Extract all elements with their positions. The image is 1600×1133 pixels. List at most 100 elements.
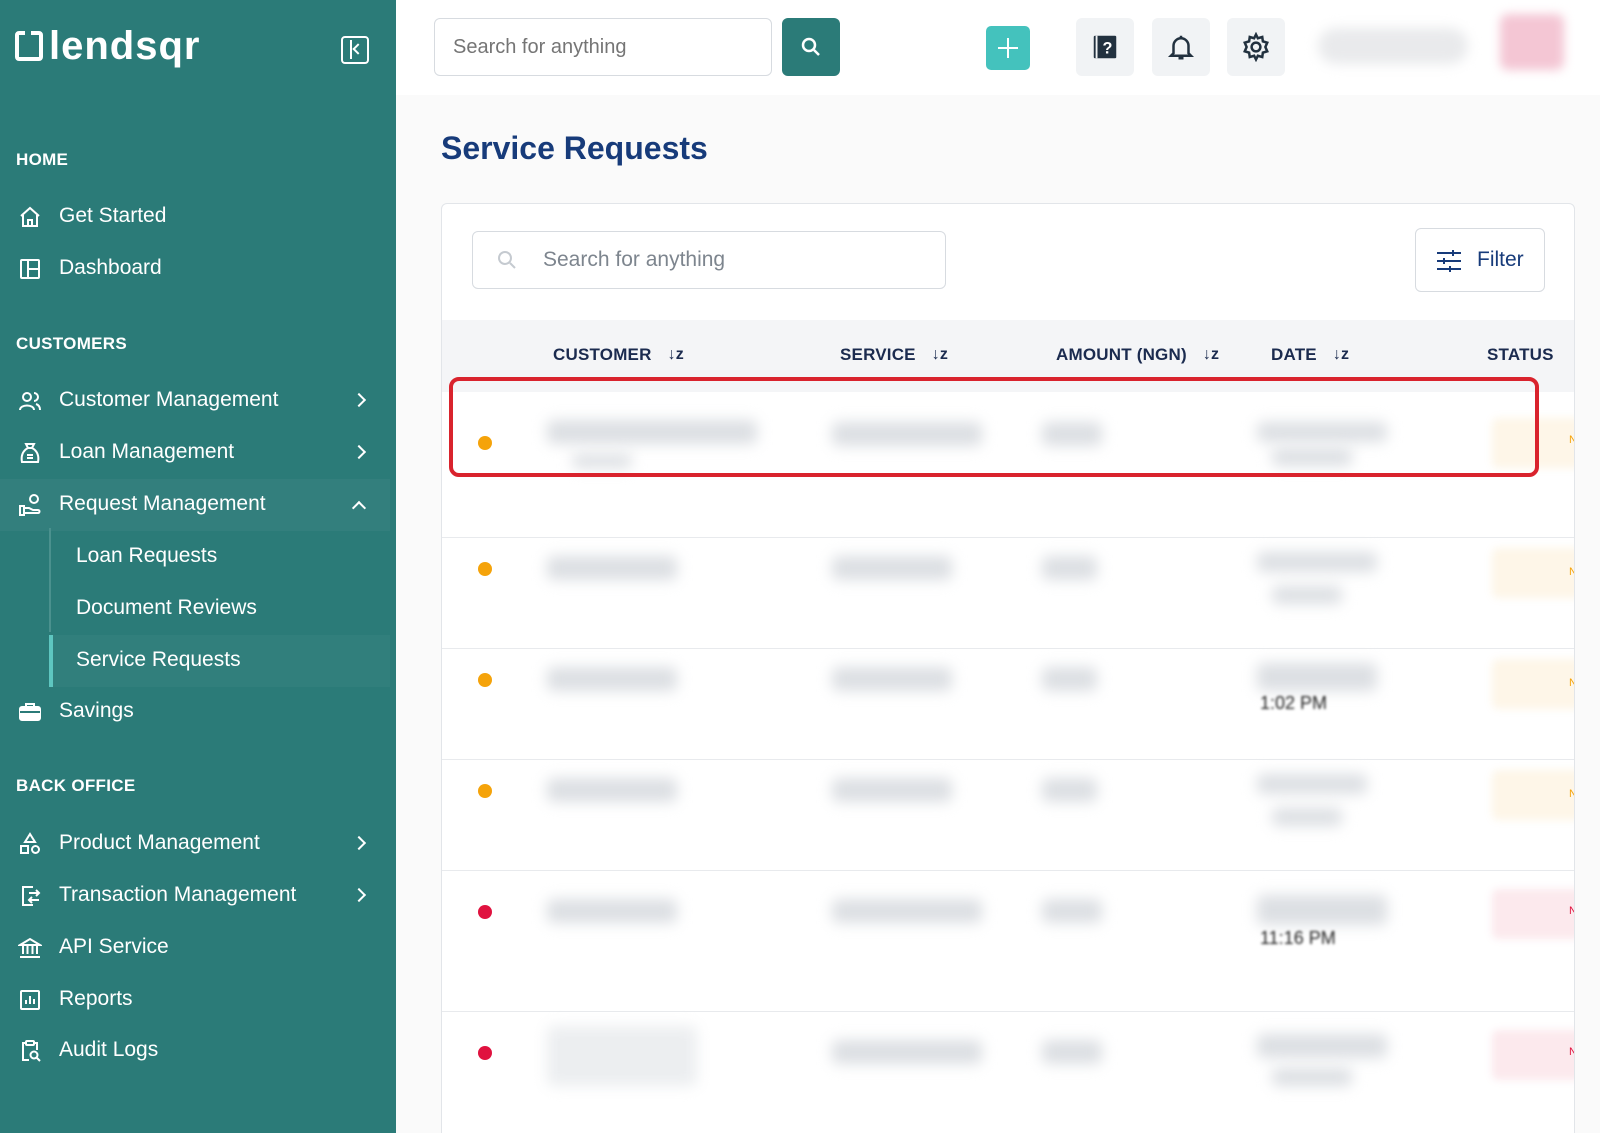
bank-icon xyxy=(18,937,42,958)
help-book-icon: ? xyxy=(1093,35,1117,59)
service-redacted xyxy=(832,667,952,691)
sidebar-item-product-management[interactable]: Product Management xyxy=(0,818,390,870)
chevron-right-icon xyxy=(351,392,367,408)
sidebar-subitem-label: Document Reviews xyxy=(76,596,257,619)
amount-redacted xyxy=(1042,778,1097,802)
brand-name: lendsqr xyxy=(49,24,201,68)
global-search-input[interactable] xyxy=(434,18,772,76)
sidebar-item-label: API Service xyxy=(59,935,169,958)
time-text: 11:16 PM xyxy=(1260,928,1336,948)
date-redacted xyxy=(1257,552,1377,572)
status-dot xyxy=(478,673,492,687)
sidebar-item-label: Loan Management xyxy=(59,440,235,463)
sidebar-item-label: Transaction Management xyxy=(59,883,297,906)
customer-name-redacted xyxy=(547,899,677,923)
sidebar-subitem-service-requests[interactable]: Service Requests xyxy=(49,635,390,687)
sidebar-subitem-loan-requests[interactable]: Loan Requests xyxy=(49,531,390,583)
table-search-placeholder: Search for anything xyxy=(543,248,726,271)
service-redacted xyxy=(832,899,982,923)
avatar[interactable] xyxy=(1500,14,1564,70)
sidebar-subitem-document-reviews[interactable]: Document Reviews xyxy=(49,583,390,635)
notifications-button[interactable] xyxy=(1152,18,1210,76)
amount-redacted xyxy=(1042,1040,1102,1064)
sort-icon[interactable]: ↓z xyxy=(1333,346,1349,364)
chevron-right-icon xyxy=(351,887,367,903)
sidebar-item-savings[interactable]: Savings xyxy=(0,686,390,738)
column-header-service[interactable]: SERVICE ↓z xyxy=(840,345,948,365)
date-redacted xyxy=(1257,774,1367,794)
date-redacted xyxy=(1257,895,1387,925)
status-dot xyxy=(478,784,492,798)
status-dot xyxy=(478,1046,492,1060)
sidebar-item-label: Savings xyxy=(59,699,134,722)
chevron-up-icon xyxy=(351,500,367,516)
table-row[interactable]: 1:02 PM N xyxy=(442,649,1574,760)
sidebar-item-label: Reports xyxy=(59,987,133,1010)
highlight-annotation-box xyxy=(449,377,1539,477)
sidebar: lendsqr HOME Get Started Dashboard CUSTO… xyxy=(0,0,396,1133)
sort-icon[interactable]: ↓z xyxy=(668,346,684,364)
svg-text:?: ? xyxy=(1103,39,1113,57)
sidebar-item-transaction-management[interactable]: Transaction Management xyxy=(0,870,390,922)
time-redacted xyxy=(1272,808,1342,826)
bell-icon xyxy=(1167,35,1195,60)
section-back-office: BACK OFFICE xyxy=(16,776,136,795)
column-header-status[interactable]: STATUS xyxy=(1487,345,1554,365)
briefcase-icon xyxy=(19,703,41,721)
sidebar-item-label: Product Management xyxy=(59,831,260,854)
lendsqr-logo[interactable]: lendsqr xyxy=(15,26,200,66)
status-badge-text: NE xyxy=(1569,1046,1574,1058)
filter-sliders-icon xyxy=(1437,250,1461,272)
settings-button[interactable] xyxy=(1227,18,1285,76)
global-search-button[interactable] xyxy=(782,18,840,76)
user-name-redacted[interactable] xyxy=(1318,28,1468,64)
table-row[interactable]: 11:16 PM NE xyxy=(442,871,1574,1012)
sidebar-item-reports[interactable]: Reports xyxy=(0,974,390,1026)
table-row[interactable]: N xyxy=(442,760,1574,871)
sort-icon[interactable]: ↓z xyxy=(1203,346,1219,364)
section-customers: CUSTOMERS xyxy=(16,334,128,353)
sidebar-item-customer-management[interactable]: Customer Management xyxy=(0,375,390,427)
status-badge-text: N xyxy=(1569,566,1574,578)
date-redacted xyxy=(1257,663,1377,691)
help-button[interactable]: ? xyxy=(1076,18,1134,76)
status-dot xyxy=(478,905,492,919)
table-row[interactable]: NE xyxy=(442,1012,1574,1133)
transactions-icon xyxy=(22,886,41,906)
time-redacted xyxy=(1272,1068,1352,1086)
status-badge-text: N xyxy=(1569,434,1574,446)
table-row[interactable]: N xyxy=(442,538,1574,649)
date-redacted xyxy=(1257,1034,1387,1058)
sidebar-item-api-service[interactable]: API Service xyxy=(0,922,390,974)
sidebar-item-loan-management[interactable]: Loan Management xyxy=(0,427,390,479)
section-home: HOME xyxy=(16,150,69,169)
clipboard-search-icon xyxy=(22,1040,41,1062)
column-header-customer[interactable]: CUSTOMER ↓z xyxy=(553,345,684,365)
sort-icon[interactable]: ↓z xyxy=(932,346,948,364)
time-text: 1:02 PM xyxy=(1260,693,1328,713)
status-badge-text: N xyxy=(1569,788,1574,800)
sidebar-item-audit-logs[interactable]: Audit Logs xyxy=(0,1025,390,1077)
time-redacted xyxy=(1272,586,1342,604)
add-new-button[interactable] xyxy=(986,26,1030,70)
column-header-date[interactable]: DATE ↓z xyxy=(1271,345,1349,365)
search-icon xyxy=(801,37,820,56)
sidebar-item-get-started[interactable]: Get Started xyxy=(0,191,390,243)
home-icon xyxy=(20,206,40,227)
collapse-sidebar-icon[interactable] xyxy=(341,36,369,64)
table-search-input[interactable]: Search for anything xyxy=(472,231,946,289)
filter-button[interactable]: Filter xyxy=(1415,228,1545,292)
service-redacted xyxy=(832,778,952,802)
sidebar-item-request-management[interactable]: Request Management xyxy=(0,479,390,531)
column-header-amount[interactable]: AMOUNT (NGN) ↓z xyxy=(1056,345,1219,365)
chevron-right-icon xyxy=(351,835,367,851)
service-redacted xyxy=(832,556,952,580)
dashboard-icon xyxy=(20,259,40,279)
sidebar-item-label: Request Management xyxy=(59,492,266,515)
page-title: Service Requests xyxy=(441,130,708,166)
status-dot xyxy=(478,562,492,576)
customer-name-redacted xyxy=(547,556,677,580)
status-badge xyxy=(1492,770,1574,820)
sidebar-item-label: Customer Management xyxy=(59,388,279,411)
sidebar-item-dashboard[interactable]: Dashboard xyxy=(0,243,390,295)
